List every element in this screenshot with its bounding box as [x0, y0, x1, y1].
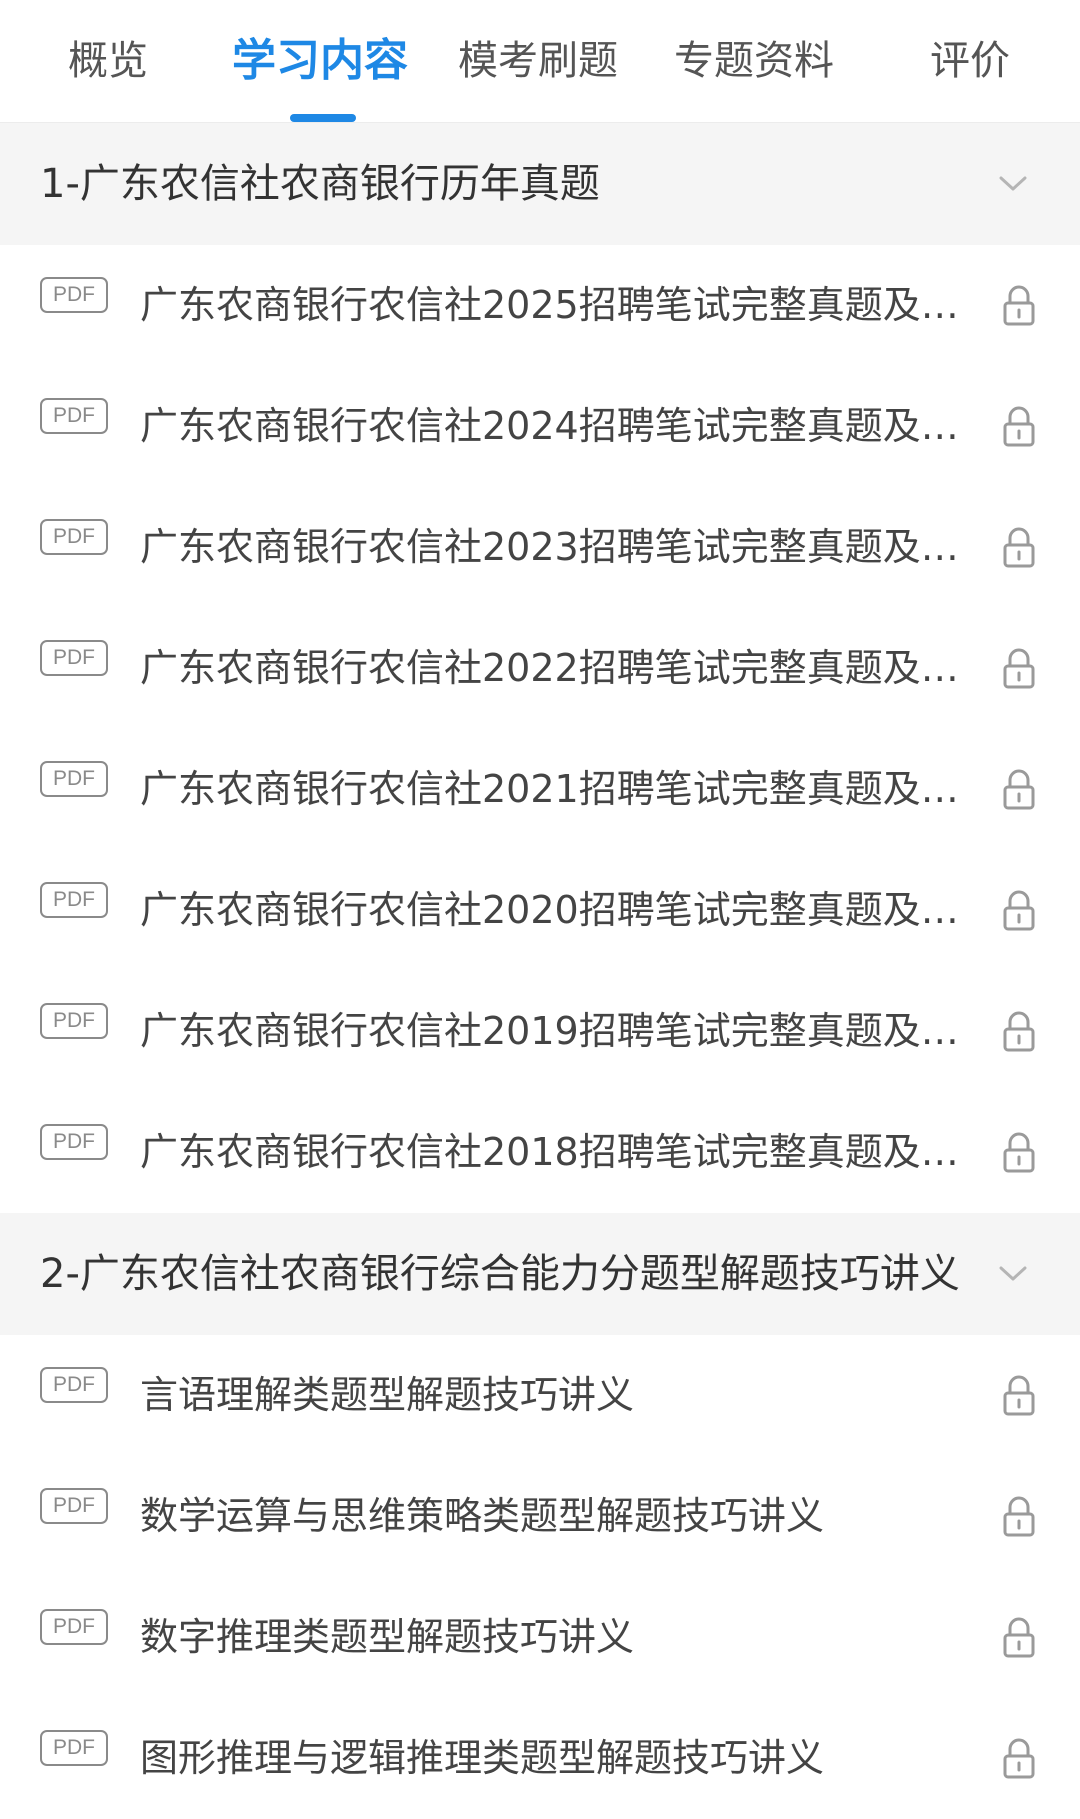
pdf-badge: PDF	[40, 398, 108, 434]
lock-icon	[1003, 527, 1035, 568]
list-item[interactable]: PDF 言语理解类题型解题技巧讲义	[0, 1335, 1080, 1456]
item-title: 数字推理类题型解题技巧讲义	[140, 1615, 635, 1659]
tab-bar: 概览 学习内容 模考刷题 专题资料 评价	[0, 0, 1080, 123]
tab-overview[interactable]: 概览	[68, 0, 148, 122]
section-header[interactable]: 2-广东农信社农商银行综合能力分题型解题技巧讲义	[0, 1213, 1080, 1335]
list-item[interactable]: PDF 广东农商银行农信社2021招聘笔试完整真题及解析	[0, 729, 1080, 850]
item-title: 言语理解类题型解题技巧讲义	[140, 1373, 635, 1417]
item-title: 广东农商银行农信社2025招聘笔试完整真题及解析	[140, 283, 970, 327]
item-title: 广东农商银行农信社2018招聘笔试完整真题及解析	[140, 1130, 970, 1174]
list-item[interactable]: PDF 图形推理与逻辑推理类题型解题技巧讲义	[0, 1698, 1080, 1819]
lock-icon	[1003, 406, 1035, 447]
pdf-badge: PDF	[40, 1003, 108, 1039]
tab-reviews[interactable]: 评价	[930, 0, 1010, 122]
pdf-badge: PDF	[40, 882, 108, 918]
pdf-badge: PDF	[40, 519, 108, 555]
pdf-badge: PDF	[40, 1367, 108, 1403]
list-item[interactable]: PDF 广东农商银行农信社2020招聘笔试完整真题及解析	[0, 850, 1080, 971]
lock-icon	[1003, 890, 1035, 931]
section-title: 2-广东农信社农商银行综合能力分题型解题技巧讲义	[40, 1251, 960, 1297]
list-item[interactable]: PDF 广东农商银行农信社2024招聘笔试完整真题及解析	[0, 366, 1080, 487]
list-item[interactable]: PDF 广东农商银行农信社2019招聘笔试完整真题及解析	[0, 971, 1080, 1092]
list-item[interactable]: PDF 广东农商银行农信社2025招聘笔试完整真题及解析	[0, 245, 1080, 366]
tab-mock-exams[interactable]: 模考刷题	[458, 0, 618, 122]
item-title: 广东农商银行农信社2024招聘笔试完整真题及解析	[140, 404, 970, 448]
item-title: 数学运算与思维策略类题型解题技巧讲义	[140, 1494, 825, 1538]
lock-icon	[1003, 1496, 1035, 1537]
tab-learning-content[interactable]: 学习内容	[232, 0, 408, 122]
pdf-badge: PDF	[40, 1609, 108, 1645]
pdf-badge: PDF	[40, 277, 108, 313]
pdf-badge: PDF	[40, 761, 108, 797]
lock-icon	[1003, 1738, 1035, 1779]
list-item[interactable]: PDF 广东农商银行农信社2022招聘笔试完整真题及解析	[0, 608, 1080, 729]
chevron-down-icon	[999, 1266, 1027, 1281]
item-title: 图形推理与逻辑推理类题型解题技巧讲义	[140, 1736, 825, 1780]
lock-icon	[1003, 769, 1035, 810]
lock-icon	[1003, 1375, 1035, 1416]
pdf-badge: PDF	[40, 1730, 108, 1766]
item-title: 广东农商银行农信社2019招聘笔试完整真题及解析	[140, 1009, 970, 1053]
section-title: 1-广东农信社农商银行历年真题	[40, 161, 600, 207]
pdf-badge: PDF	[40, 1488, 108, 1524]
section-header[interactable]: 1-广东农信社农商银行历年真题	[0, 123, 1080, 245]
section-2: 2-广东农信社农商银行综合能力分题型解题技巧讲义 PDF 言语理解类题型解题技巧…	[0, 1213, 1080, 1819]
lock-icon	[1003, 1132, 1035, 1173]
chevron-down-icon	[999, 176, 1027, 191]
tab-special-materials[interactable]: 专题资料	[674, 0, 834, 122]
item-title: 广东农商银行农信社2022招聘笔试完整真题及解析	[140, 646, 970, 690]
list-item[interactable]: PDF 广东农商银行农信社2018招聘笔试完整真题及解析	[0, 1092, 1080, 1213]
lock-icon	[1003, 285, 1035, 326]
lock-icon	[1003, 1011, 1035, 1052]
section-1: 1-广东农信社农商银行历年真题 PDF 广东农商银行农信社2025招聘笔试完整真…	[0, 123, 1080, 1213]
active-tab-indicator	[290, 114, 356, 122]
pdf-badge: PDF	[40, 1124, 108, 1160]
item-title: 广东农商银行农信社2023招聘笔试完整真题及解析	[140, 525, 970, 569]
item-title: 广东农商银行农信社2021招聘笔试完整真题及解析	[140, 767, 970, 811]
list-item[interactable]: PDF 数学运算与思维策略类题型解题技巧讲义	[0, 1456, 1080, 1577]
pdf-badge: PDF	[40, 640, 108, 676]
lock-icon	[1003, 1617, 1035, 1658]
lock-icon	[1003, 648, 1035, 689]
item-title: 广东农商银行农信社2020招聘笔试完整真题及解析	[140, 888, 970, 932]
list-item[interactable]: PDF 广东农商银行农信社2023招聘笔试完整真题及解析	[0, 487, 1080, 608]
list-item[interactable]: PDF 数字推理类题型解题技巧讲义	[0, 1577, 1080, 1698]
